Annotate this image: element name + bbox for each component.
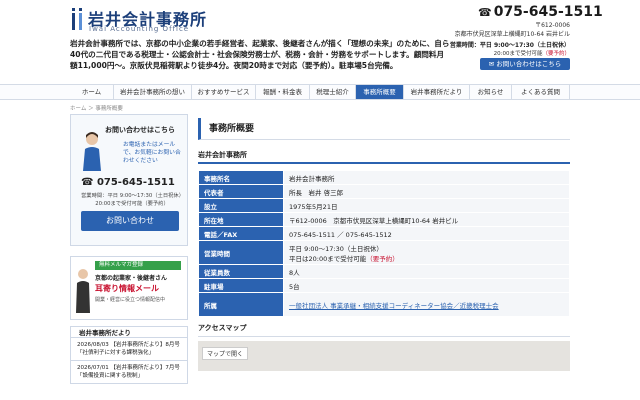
table-row: 所在地 〒612-0006 京都市伏見区深草上横縄町10-64 岩井ビル: [198, 212, 570, 227]
header-phone[interactable]: ☎ 075-645-1511: [478, 4, 603, 20]
newsletter-line3: 開業・経営に役立つ情報配信中: [95, 297, 166, 303]
newsletter-line1: 京都の起業家・後継者さん: [95, 275, 168, 282]
nav-staff[interactable]: 税理士紹介: [310, 85, 356, 99]
newsletter-line2: 耳寄り情報メール: [95, 284, 159, 293]
section-title: 岩井会計事務所: [198, 150, 570, 164]
table-row: 代表者 所長 岩井 啓三郎: [198, 184, 570, 199]
sidebar-hours: 営業時間：平日 9:00～17:30（土日祝休）: [81, 193, 185, 199]
nav-overview[interactable]: 事務所概要: [356, 85, 404, 99]
person-icon: [83, 132, 101, 171]
contact-note: お電話またはメールで、お気軽にお問い合わせください: [123, 142, 181, 164]
row-value[interactable]: 一般社団法人 事業承継・相続支援コーディネーター協会／近畿税理士会: [283, 292, 570, 317]
hours-extra: 平日は20:00まで受付可能（要予約）: [289, 254, 399, 263]
sidebar-contact-button[interactable]: お問い合わせ: [81, 211, 179, 231]
logo-subtitle: Iwai Accounting Office: [89, 25, 190, 33]
header-hours-note: 20:00まで受付可能（要予約）: [493, 51, 570, 57]
row-value: 075-645-1511 ／ 075-645-1512: [283, 226, 570, 241]
header-hours: 営業時間：平日 9:00～17:30（土日祝休）: [449, 42, 570, 49]
row-key: 電話／FAX: [198, 226, 284, 241]
header-contact-button[interactable]: ✉ お問い合わせはこちら: [480, 58, 570, 70]
row-value: 岩井会計事務所: [283, 170, 570, 185]
row-key: 営業時間: [198, 240, 284, 265]
nav-news[interactable]: お知らせ: [470, 85, 512, 99]
nav-newsletter[interactable]: 岩井事務所だより: [404, 85, 470, 99]
open-map-link[interactable]: マップで開く: [202, 347, 249, 360]
page: 岩井会計事務所 Iwai Accounting Office 岩井会計事務所では…: [0, 0, 640, 400]
intro-text: 岩井会計事務所では、京都の中小企業の若手経営者、起業家、後継者さんが描く「理想の…: [70, 39, 450, 70]
phone-icon: ☎: [81, 177, 97, 188]
row-value: 平日 9:00～17:30（土日祝休） 平日は20:00まで受付可能（要予約）: [283, 240, 570, 265]
news-item[interactable]: 2026/07/01 【岩井事務所だより】7月号「設備投資に関する税制」: [70, 361, 188, 384]
access-map[interactable]: マップで開く: [198, 341, 570, 371]
man-icon: [76, 269, 90, 313]
sidebar-phone[interactable]: ☎ 075-645-1511: [81, 177, 175, 188]
nav-faq[interactable]: よくある質問: [512, 85, 570, 99]
row-key: 設立: [198, 198, 284, 213]
news-title: 岩井事務所だより: [70, 326, 188, 338]
row-key: 駐車場: [198, 278, 284, 293]
breadcrumb[interactable]: ホーム ＞ 事務所概要: [70, 104, 123, 112]
row-key: 従業員数: [198, 264, 284, 279]
row-key: 代表者: [198, 184, 284, 199]
sidebar: お問い合わせはこちら お電話またはメールで、お気軽にお問い合わせください ☎ 0…: [70, 114, 188, 384]
header: 岩井会計事務所 Iwai Accounting Office 岩井会計事務所では…: [0, 0, 640, 80]
row-value: 8人: [283, 264, 570, 279]
nav-home[interactable]: ホーム: [70, 85, 114, 99]
nav-services[interactable]: おすすめサービス: [192, 85, 256, 99]
table-row: 電話／FAX 075-645-1511 ／ 075-645-1512: [198, 226, 570, 241]
contact-box: お問い合わせはこちら お電話またはメールで、お気軽にお問い合わせください ☎ 0…: [70, 114, 188, 246]
row-key: 所在地: [198, 212, 284, 227]
table-row: 営業時間 平日 9:00～17:30（土日祝休） 平日は20:00まで受付可能（要予…: [198, 240, 570, 265]
map-title: アクセスマップ: [198, 323, 570, 337]
overview-table: 事務所名 岩井会計事務所 代表者 所長 岩井 啓三郎 設立 1975年5月21日 所在…: [198, 170, 570, 317]
page-title: 事務所概要: [198, 118, 570, 140]
table-row: 設立 1975年5月21日: [198, 198, 570, 213]
sidebar-hours-note: 20:00まで受付可能（要予約）: [95, 201, 169, 207]
nav-philosophy[interactable]: 岩井会計事務所の想い: [114, 85, 192, 99]
row-key: 事務所名: [198, 170, 284, 185]
row-key: 所属: [198, 292, 284, 317]
table-row: 従業員数 8人: [198, 264, 570, 279]
table-row: 事務所名 岩井会計事務所: [198, 170, 570, 185]
row-value: 5台: [283, 278, 570, 293]
table-row: 駐車場 5台: [198, 278, 570, 293]
header-address: 京都市伏見区深草上横縄町10-64 岩井ビル: [454, 31, 570, 38]
main-content: 事務所概要 岩井会計事務所 事務所名 岩井会計事務所 代表者 所長 岩井 啓三郎 設…: [198, 118, 570, 371]
newsletter-tag: 無料メルマガ登録: [95, 261, 181, 270]
row-value: 所長 岩井 啓三郎: [283, 184, 570, 199]
contact-title: お問い合わせはこちら: [105, 126, 175, 134]
header-postcode: 〒612-0006: [535, 22, 570, 29]
nav-fees[interactable]: 報酬・料金表: [256, 85, 310, 99]
row-value: 1975年5月21日: [283, 198, 570, 213]
global-nav: ホーム 岩井会計事務所の想い おすすめサービス 報酬・料金表 税理士紹介 事務所…: [0, 84, 640, 100]
row-value: 〒612-0006 京都市伏見区深草上横縄町10-64 岩井ビル: [283, 212, 570, 227]
newsletter-banner[interactable]: 無料メルマガ登録 京都の起業家・後継者さん 耳寄り情報メール 開業・経営に役立つ…: [70, 256, 188, 320]
table-row: 所属 一般社団法人 事業承継・相続支援コーディネーター協会／近畿税理士会: [198, 292, 570, 317]
logo-icon: [72, 8, 82, 30]
phone-icon: ☎: [478, 6, 492, 19]
hours-value: 平日 9:00～17:30（土日祝休）: [289, 244, 383, 253]
news-item[interactable]: 2026/08/03 【岩井事務所だより】8月号「社債利子に対する課税強化」: [70, 338, 188, 361]
